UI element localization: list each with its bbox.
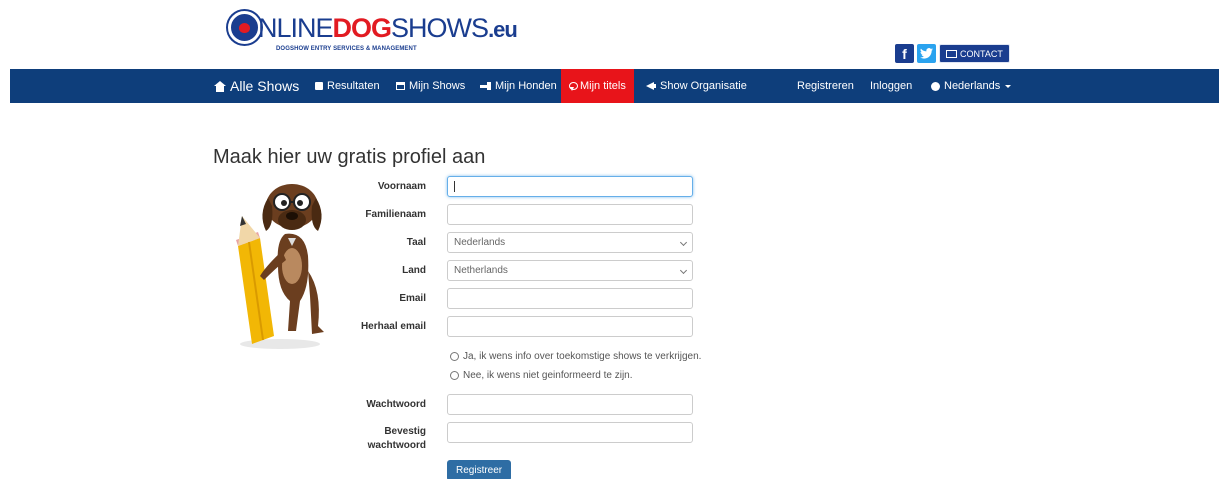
first-name-label: Voornaam [377, 181, 426, 192]
paw-logo-icon [228, 11, 261, 44]
nav-login[interactable]: Inloggen [870, 69, 912, 103]
contact-button[interactable]: CONTACT [939, 44, 1010, 63]
medal-icon [569, 81, 578, 91]
country-label: Land [402, 265, 426, 276]
radio-button[interactable] [450, 371, 459, 380]
twitter-bird-icon [920, 48, 933, 59]
newsletter-no-option[interactable]: Nee, ik wens niet geinformeerd te zijn. [450, 370, 633, 381]
email-input[interactable] [447, 288, 693, 309]
contact-label: CONTACT [960, 48, 1003, 59]
main-navbar: Alle Shows Resultaten Mijn Shows Mijn Ho… [10, 69, 1219, 103]
first-name-input[interactable] [447, 176, 693, 197]
confirm-password-input[interactable] [447, 422, 693, 443]
nav-my-titles[interactable]: Mijn titels [561, 69, 634, 103]
repeat-email-label: Herhaal email [360, 321, 426, 332]
last-name-input[interactable] [447, 204, 693, 225]
password-input[interactable] [447, 394, 693, 415]
password-label: Wachtwoord [366, 399, 426, 410]
last-name-label: Familienaam [365, 209, 426, 220]
register-button[interactable]: Registreer [447, 460, 512, 479]
bullhorn-icon [646, 82, 656, 90]
newsletter-yes-option[interactable]: Ja, ik wens info over toekomstige shows … [450, 351, 701, 362]
social-links: f CONTACT [895, 44, 1010, 63]
chevron-down-icon [679, 266, 688, 275]
country-select-value: Netherlands [454, 265, 508, 276]
nav-all-shows[interactable]: Alle Shows [214, 69, 299, 103]
radio-button[interactable] [450, 352, 459, 361]
logo-tagline: DOGSHOW ENTRY SERVICES & MANAGEMENT [276, 46, 417, 52]
twitter-icon[interactable] [917, 44, 936, 63]
facebook-icon[interactable]: f [895, 44, 914, 63]
language-select-value: Nederlands [454, 237, 506, 248]
dog-with-pencil-illustration [236, 184, 324, 349]
language-label: Taal [406, 237, 426, 248]
language-select[interactable]: Nederlands [447, 232, 693, 253]
confirm-password-label: Bevestig wachtwoord [367, 426, 426, 451]
site-logo[interactable]: NLINEDOGSHOWS.eu DOGSHOW ENTRY SERVICES … [228, 10, 518, 58]
nav-my-dogs[interactable]: Mijn Honden [480, 69, 557, 103]
page-title: Maak hier uw gratis profiel aan [213, 146, 486, 168]
calendar-icon [396, 82, 405, 90]
envelope-icon [946, 49, 957, 58]
nav-my-shows[interactable]: Mijn Shows [396, 69, 465, 103]
home-icon [214, 80, 226, 92]
country-select[interactable]: Netherlands [447, 260, 693, 281]
nav-show-organisation[interactable]: Show Organisatie [646, 69, 747, 103]
nav-register[interactable]: Registreren [797, 69, 854, 103]
caret-down-icon [1005, 84, 1012, 88]
repeat-email-input[interactable] [447, 316, 693, 337]
nav-language-dropdown[interactable]: Nederlands [931, 69, 1012, 103]
chevron-down-icon [679, 238, 688, 247]
logo-wordmark: NLINEDOGSHOWS.eu [258, 13, 518, 43]
nav-results[interactable]: Resultaten [315, 69, 380, 103]
check-square-icon [315, 82, 323, 90]
globe-icon [931, 81, 940, 91]
email-label: Email [399, 293, 426, 304]
dog-icon [480, 82, 491, 90]
